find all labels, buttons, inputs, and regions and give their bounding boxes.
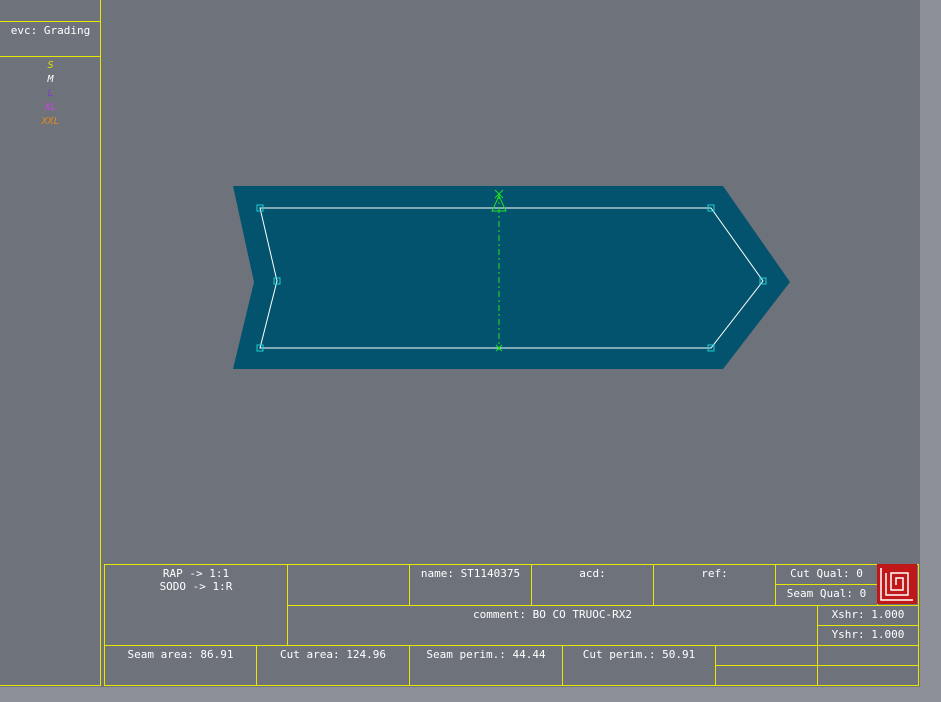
app-logo-icon [877,564,917,604]
cut-line-piece[interactable] [233,186,790,369]
window-right-border [920,0,941,702]
empty-cell [817,665,919,686]
scale-cell: RAP -> 1:1 SODO -> 1:R [104,564,288,646]
ref-field: ref: [653,564,776,606]
cut-qual-field: Cut Qual: 0 [775,564,878,585]
cut-area-field: Cut area: 124.96 [256,645,410,686]
window-bottom-border [0,687,941,702]
yshr-field: Yshr: 1.000 [817,625,919,646]
rap-label: RAP -> 1:1 [162,567,230,580]
seam-qual-field: Seam Qual: 0 [775,584,878,606]
empty-cell [817,645,919,666]
acd-field: acd: [531,564,654,606]
empty-cell [715,665,818,686]
empty-cell [287,564,410,606]
xshr-field: Xshr: 1.000 [817,605,919,626]
seam-area-field: Seam area: 86.91 [104,645,257,686]
comment-field: comment: BO CO TRUOC-RX2 [287,605,818,646]
empty-cell [715,645,818,666]
name-field: name: ST1140375 [409,564,532,606]
cut-perim-field: Cut perim.: 50.91 [562,645,716,686]
seam-perim-field: Seam perim.: 44.44 [409,645,563,686]
pattern-canvas[interactable] [0,0,920,560]
sodo-label: SODO -> 1:R [159,580,233,593]
